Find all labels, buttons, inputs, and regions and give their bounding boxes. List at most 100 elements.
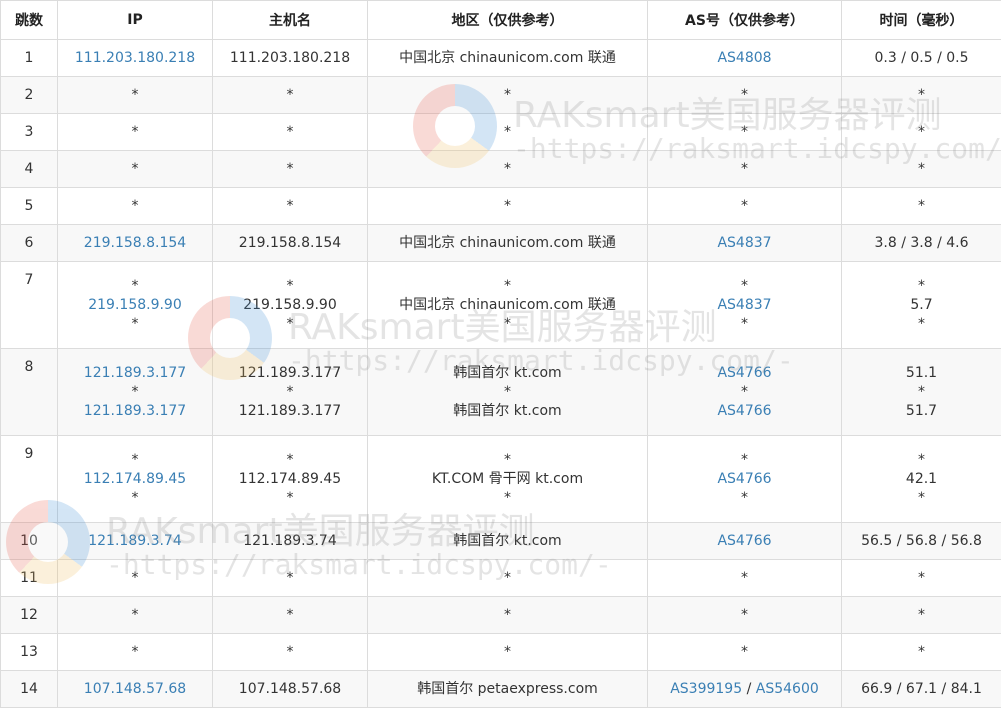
cell-line: 219.158.9.90 — [58, 296, 212, 315]
as-link[interactable]: AS4766 — [717, 533, 771, 549]
ip-cell: 111.203.180.218 — [58, 40, 213, 77]
time-cell-text: 0.3 / 0.5 / 0.5 — [874, 50, 968, 66]
header-time: 时间（毫秒） — [842, 1, 1001, 40]
hop-cell: 2 — [1, 77, 58, 114]
timeout-marker: * — [741, 570, 748, 586]
region-cell: * — [368, 597, 648, 634]
as-cell: * — [648, 114, 842, 151]
ip-link[interactable]: 219.158.8.154 — [84, 235, 186, 251]
time-cell: * — [842, 77, 1001, 114]
ip-link[interactable]: 111.203.180.218 — [75, 50, 195, 66]
cell-line: 中国北京 chinaunicom.com 联通 — [368, 234, 647, 253]
ip-cell: *219.158.9.90* — [58, 262, 213, 349]
hop-cell: 10 — [1, 523, 58, 560]
cell-line: * — [213, 383, 367, 402]
cell-line: * — [842, 606, 1001, 625]
region-cell-text: 韩国首尔 petaexpress.com — [417, 681, 598, 697]
ip-link[interactable]: 121.189.3.177 — [84, 365, 186, 381]
as-link[interactable]: AS4766 — [717, 403, 771, 419]
time-cell-text: 5.7 — [910, 297, 932, 313]
as-link[interactable]: AS4837 — [717, 235, 771, 251]
traceroute-table: 跳数 IP 主机名 地区（仅供参考） AS号（仅供参考） 时间（毫秒） 1111… — [0, 0, 1001, 708]
region-cell: 中国北京 chinaunicom.com 联通 — [368, 40, 648, 77]
timeout-marker: * — [287, 198, 294, 214]
region-cell: * — [368, 151, 648, 188]
cell-line: AS4766 — [648, 364, 841, 383]
cell-line: * — [58, 569, 212, 588]
time-cell-text: 66.9 / 67.1 / 84.1 — [861, 681, 982, 697]
ip-link[interactable]: 112.174.89.45 — [84, 471, 186, 487]
hostname-cell: *219.158.9.90* — [213, 262, 368, 349]
table-body: 1111.203.180.218111.203.180.218中国北京 chin… — [1, 40, 1001, 708]
timeout-marker: * — [918, 316, 925, 332]
as-link[interactable]: AS54600 — [756, 681, 819, 697]
region-cell-text: 中国北京 chinaunicom.com 联通 — [399, 235, 616, 251]
hop-cell: 7 — [1, 262, 58, 349]
time-cell-text: 51.1 — [906, 365, 937, 381]
time-cell: 0.3 / 0.5 / 0.5 — [842, 40, 1001, 77]
ip-link[interactable]: 219.158.9.90 — [88, 297, 182, 313]
hostname-cell: * — [213, 634, 368, 671]
hostname-cell-text: 219.158.8.154 — [239, 235, 341, 251]
time-cell-text: 42.1 — [906, 471, 937, 487]
table-row: 8121.189.3.177*121.189.3.177121.189.3.17… — [1, 349, 1001, 436]
timeout-marker: * — [132, 384, 139, 400]
cell-line: * — [58, 606, 212, 625]
time-cell: * — [842, 151, 1001, 188]
timeout-marker: * — [287, 384, 294, 400]
hostname-cell: * — [213, 188, 368, 225]
ip-link[interactable]: 121.189.3.177 — [84, 403, 186, 419]
ip-cell: 219.158.8.154 — [58, 225, 213, 262]
timeout-marker: * — [287, 87, 294, 103]
hostname-cell-text: 112.174.89.45 — [239, 471, 341, 487]
hop-cell: 11 — [1, 560, 58, 597]
cell-line: * — [368, 160, 647, 179]
table-row: 2***** — [1, 77, 1001, 114]
timeout-marker: * — [132, 87, 139, 103]
time-cell: 56.5 / 56.8 / 56.8 — [842, 523, 1001, 560]
hostname-cell: 111.203.180.218 — [213, 40, 368, 77]
cell-line: * — [648, 643, 841, 662]
cell-line: * — [368, 489, 647, 508]
region-cell: 韩国首尔 petaexpress.com — [368, 671, 648, 708]
as-link[interactable]: AS4766 — [717, 365, 771, 381]
cell-line: * — [213, 86, 367, 105]
region-cell: * — [368, 560, 648, 597]
cell-line: * — [368, 569, 647, 588]
hop-cell: 3 — [1, 114, 58, 151]
ip-link[interactable]: 121.189.3.74 — [88, 533, 182, 549]
timeout-marker: * — [918, 124, 925, 140]
cell-line: * — [58, 643, 212, 662]
table-row: 1111.203.180.218111.203.180.218中国北京 chin… — [1, 40, 1001, 77]
timeout-marker: * — [287, 278, 294, 294]
as-link[interactable]: AS4808 — [717, 50, 771, 66]
ip-link[interactable]: 107.148.57.68 — [84, 681, 186, 697]
timeout-marker: * — [287, 161, 294, 177]
cell-line: * — [368, 383, 647, 402]
cell-line: * — [213, 277, 367, 296]
cell-line: 121.189.3.74 — [58, 532, 212, 551]
timeout-marker: * — [504, 607, 511, 623]
cell-line: * — [58, 86, 212, 105]
as-cell: * — [648, 77, 842, 114]
as-link[interactable]: AS399195 — [670, 681, 742, 697]
cell-line: * — [213, 123, 367, 142]
ip-cell: * — [58, 560, 213, 597]
time-cell-text: 56.5 / 56.8 / 56.8 — [861, 533, 982, 549]
cell-line: * — [648, 123, 841, 142]
hostname-cell-text: 107.148.57.68 — [239, 681, 341, 697]
hostname-cell: 219.158.8.154 — [213, 225, 368, 262]
as-cell: *AS4837* — [648, 262, 842, 349]
timeout-marker: * — [504, 490, 511, 506]
as-link[interactable]: AS4837 — [717, 297, 771, 313]
timeout-marker: * — [918, 607, 925, 623]
timeout-marker: * — [504, 124, 511, 140]
cell-line: * — [842, 277, 1001, 296]
as-link[interactable]: AS4766 — [717, 471, 771, 487]
table-row: 9*112.174.89.45**112.174.89.45**KT.COM 骨… — [1, 436, 1001, 523]
cell-line: 42.1 — [842, 470, 1001, 489]
cell-line: 112.174.89.45 — [213, 470, 367, 489]
as-cell: AS4766*AS4766 — [648, 349, 842, 436]
timeout-marker: * — [287, 124, 294, 140]
timeout-marker: * — [132, 124, 139, 140]
